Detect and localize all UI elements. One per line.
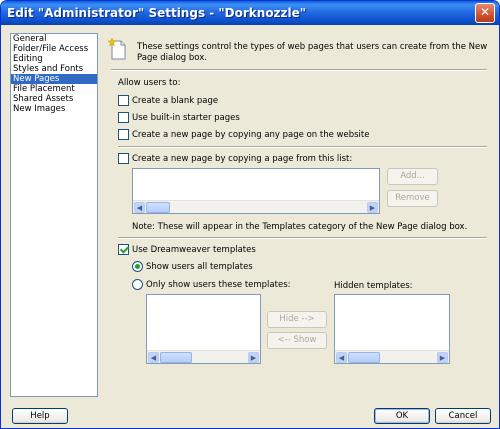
description-line-1: These settings control the types of web … xyxy=(137,42,488,52)
show-button[interactable]: <-- Show xyxy=(267,332,327,349)
hide-button[interactable]: Hide --> xyxy=(267,311,327,328)
scroll-thumb[interactable] xyxy=(146,202,170,213)
use-templates-checkbox[interactable] xyxy=(118,244,129,255)
blank-page-checkbox[interactable] xyxy=(118,95,129,106)
scroll-thumb[interactable] xyxy=(348,352,380,363)
category-item-general[interactable]: General xyxy=(11,34,97,44)
scroll-thumb[interactable] xyxy=(160,352,192,363)
close-button[interactable]: ✕ xyxy=(475,3,495,23)
blank-page-label[interactable]: Create a blank page xyxy=(132,96,218,106)
title-bar[interactable]: Edit "Administrator" Settings - "Dorknoz… xyxy=(1,1,499,25)
copy-any-page-label[interactable]: Create a new page by copying any page on… xyxy=(132,130,369,140)
scroll-right-icon[interactable]: ▶ xyxy=(437,352,448,363)
starter-pages-label[interactable]: Use built-in starter pages xyxy=(132,113,240,123)
scroll-right-icon[interactable]: ▶ xyxy=(367,202,378,213)
scroll-left-icon[interactable]: ◀ xyxy=(148,352,159,363)
scroll-right-icon[interactable]: ▶ xyxy=(248,352,259,363)
show-all-templates-label[interactable]: Show users all templates xyxy=(146,262,253,272)
category-item-new-images[interactable]: New Images xyxy=(11,104,97,114)
remove-button[interactable]: Remove xyxy=(387,190,438,207)
allow-users-label: Allow users to: xyxy=(118,78,181,88)
hidden-templates-label: Hidden templates: xyxy=(334,281,413,291)
window-title: Edit "Administrator" Settings - "Dorknoz… xyxy=(7,6,307,20)
copy-any-page-checkbox[interactable] xyxy=(118,129,129,140)
scroll-left-icon[interactable]: ◀ xyxy=(134,202,145,213)
description-line-2: Page dialog box. xyxy=(137,53,207,63)
cancel-button[interactable]: Cancel xyxy=(435,408,491,424)
divider xyxy=(118,146,487,148)
new-page-icon xyxy=(108,37,126,60)
category-item-shared-assets[interactable]: Shared Assets xyxy=(11,94,97,104)
category-list[interactable]: General Folder/File Access Editing Style… xyxy=(10,33,98,397)
show-all-templates-radio[interactable] xyxy=(132,261,143,272)
ok-button[interactable]: OK xyxy=(374,408,430,424)
show-only-these-radio[interactable] xyxy=(132,279,143,290)
add-button[interactable]: Add... xyxy=(387,168,438,185)
divider xyxy=(118,237,487,239)
close-icon: ✕ xyxy=(479,5,491,19)
page-list-scrollbar[interactable]: ◀ ▶ xyxy=(133,200,379,213)
category-item-styles-and-fonts[interactable]: Styles and Fonts xyxy=(11,64,97,74)
category-item-new-pages[interactable]: New Pages xyxy=(11,74,97,84)
category-item-folder-file-access[interactable]: Folder/File Access xyxy=(11,44,97,54)
hidden-templates-scrollbar[interactable]: ◀ ▶ xyxy=(335,350,449,363)
help-button[interactable]: Help xyxy=(12,408,68,424)
scroll-left-icon[interactable]: ◀ xyxy=(336,352,347,363)
category-item-file-placement[interactable]: File Placement xyxy=(11,84,97,94)
divider xyxy=(111,69,487,71)
templates-note: Note: These will appear in the Templates… xyxy=(132,222,468,232)
use-templates-label[interactable]: Use Dreamweaver templates xyxy=(132,245,256,255)
settings-dialog: Edit "Administrator" Settings - "Dorknoz… xyxy=(0,0,500,429)
page-list[interactable]: ◀ ▶ xyxy=(132,168,380,214)
shown-templates-scrollbar[interactable]: ◀ ▶ xyxy=(147,350,260,363)
hidden-templates-list[interactable]: ◀ ▶ xyxy=(334,294,450,364)
starter-pages-checkbox[interactable] xyxy=(118,112,129,123)
show-only-these-label[interactable]: Only show users these templates: xyxy=(146,280,290,290)
shown-templates-list[interactable]: ◀ ▶ xyxy=(146,294,261,364)
copy-from-list-checkbox[interactable] xyxy=(118,153,129,164)
copy-from-list-label[interactable]: Create a new page by copying a page from… xyxy=(132,154,352,164)
category-item-editing[interactable]: Editing xyxy=(11,54,97,64)
